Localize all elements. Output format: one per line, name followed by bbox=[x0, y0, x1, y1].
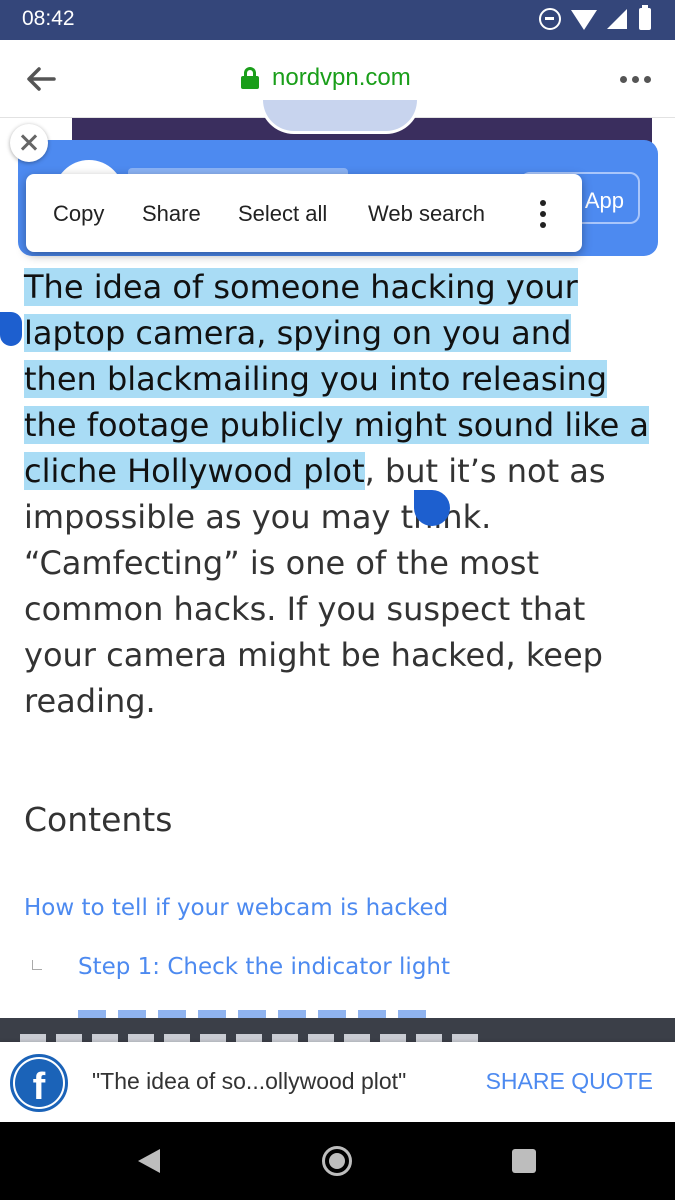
lock-icon bbox=[240, 67, 260, 89]
paragraph-text: , but it’s not as impossible as you may … bbox=[24, 452, 606, 720]
status-bar: 08:42 bbox=[0, 0, 675, 40]
nav-recents-icon[interactable] bbox=[512, 1149, 536, 1173]
toc-link[interactable]: How to tell if your webcam is hacked bbox=[24, 895, 448, 921]
cookie-notice bbox=[0, 1018, 675, 1042]
share-quote-bar: f "The idea of so...ollywood plot" SHARE… bbox=[0, 1042, 675, 1122]
wifi-icon bbox=[571, 10, 597, 30]
status-icons bbox=[539, 5, 651, 30]
text-selection-menu: Copy Share Select all Web search bbox=[26, 174, 582, 252]
do-not-disturb-icon bbox=[539, 8, 561, 30]
hero-illustration bbox=[260, 100, 420, 134]
quote-preview: "The idea of so...ollywood plot" bbox=[92, 1068, 407, 1094]
toc-indent-icon bbox=[32, 960, 42, 970]
battery-icon bbox=[639, 5, 651, 30]
url-text: nordvpn.com bbox=[272, 64, 411, 91]
status-time: 08:42 bbox=[22, 7, 75, 30]
select-all-button[interactable]: Select all bbox=[238, 201, 327, 227]
web-search-button[interactable]: Web search bbox=[368, 201, 485, 227]
close-icon[interactable] bbox=[10, 124, 48, 162]
signal-icon bbox=[607, 9, 627, 29]
article-paragraph[interactable]: The idea of someone hacking your laptop … bbox=[24, 264, 654, 724]
selection-start-handle[interactable] bbox=[0, 312, 22, 346]
selection-end-handle[interactable] bbox=[414, 490, 450, 526]
share-button[interactable]: Share bbox=[142, 201, 201, 227]
url-bar[interactable]: nordvpn.com bbox=[240, 64, 411, 92]
share-quote-button[interactable]: SHARE QUOTE bbox=[486, 1068, 653, 1095]
facebook-icon[interactable]: f bbox=[10, 1054, 68, 1112]
nav-back-icon[interactable] bbox=[138, 1149, 160, 1173]
system-nav-bar bbox=[0, 1122, 675, 1200]
overflow-menu-icon[interactable] bbox=[620, 76, 651, 83]
nav-home-icon[interactable] bbox=[322, 1146, 352, 1176]
copy-button[interactable]: Copy bbox=[53, 201, 104, 227]
contents-heading: Contents bbox=[24, 800, 173, 839]
toc-link[interactable]: Step 1: Check the indicator light bbox=[78, 954, 450, 980]
more-options-icon[interactable] bbox=[540, 200, 546, 228]
back-arrow-icon[interactable] bbox=[24, 62, 58, 96]
